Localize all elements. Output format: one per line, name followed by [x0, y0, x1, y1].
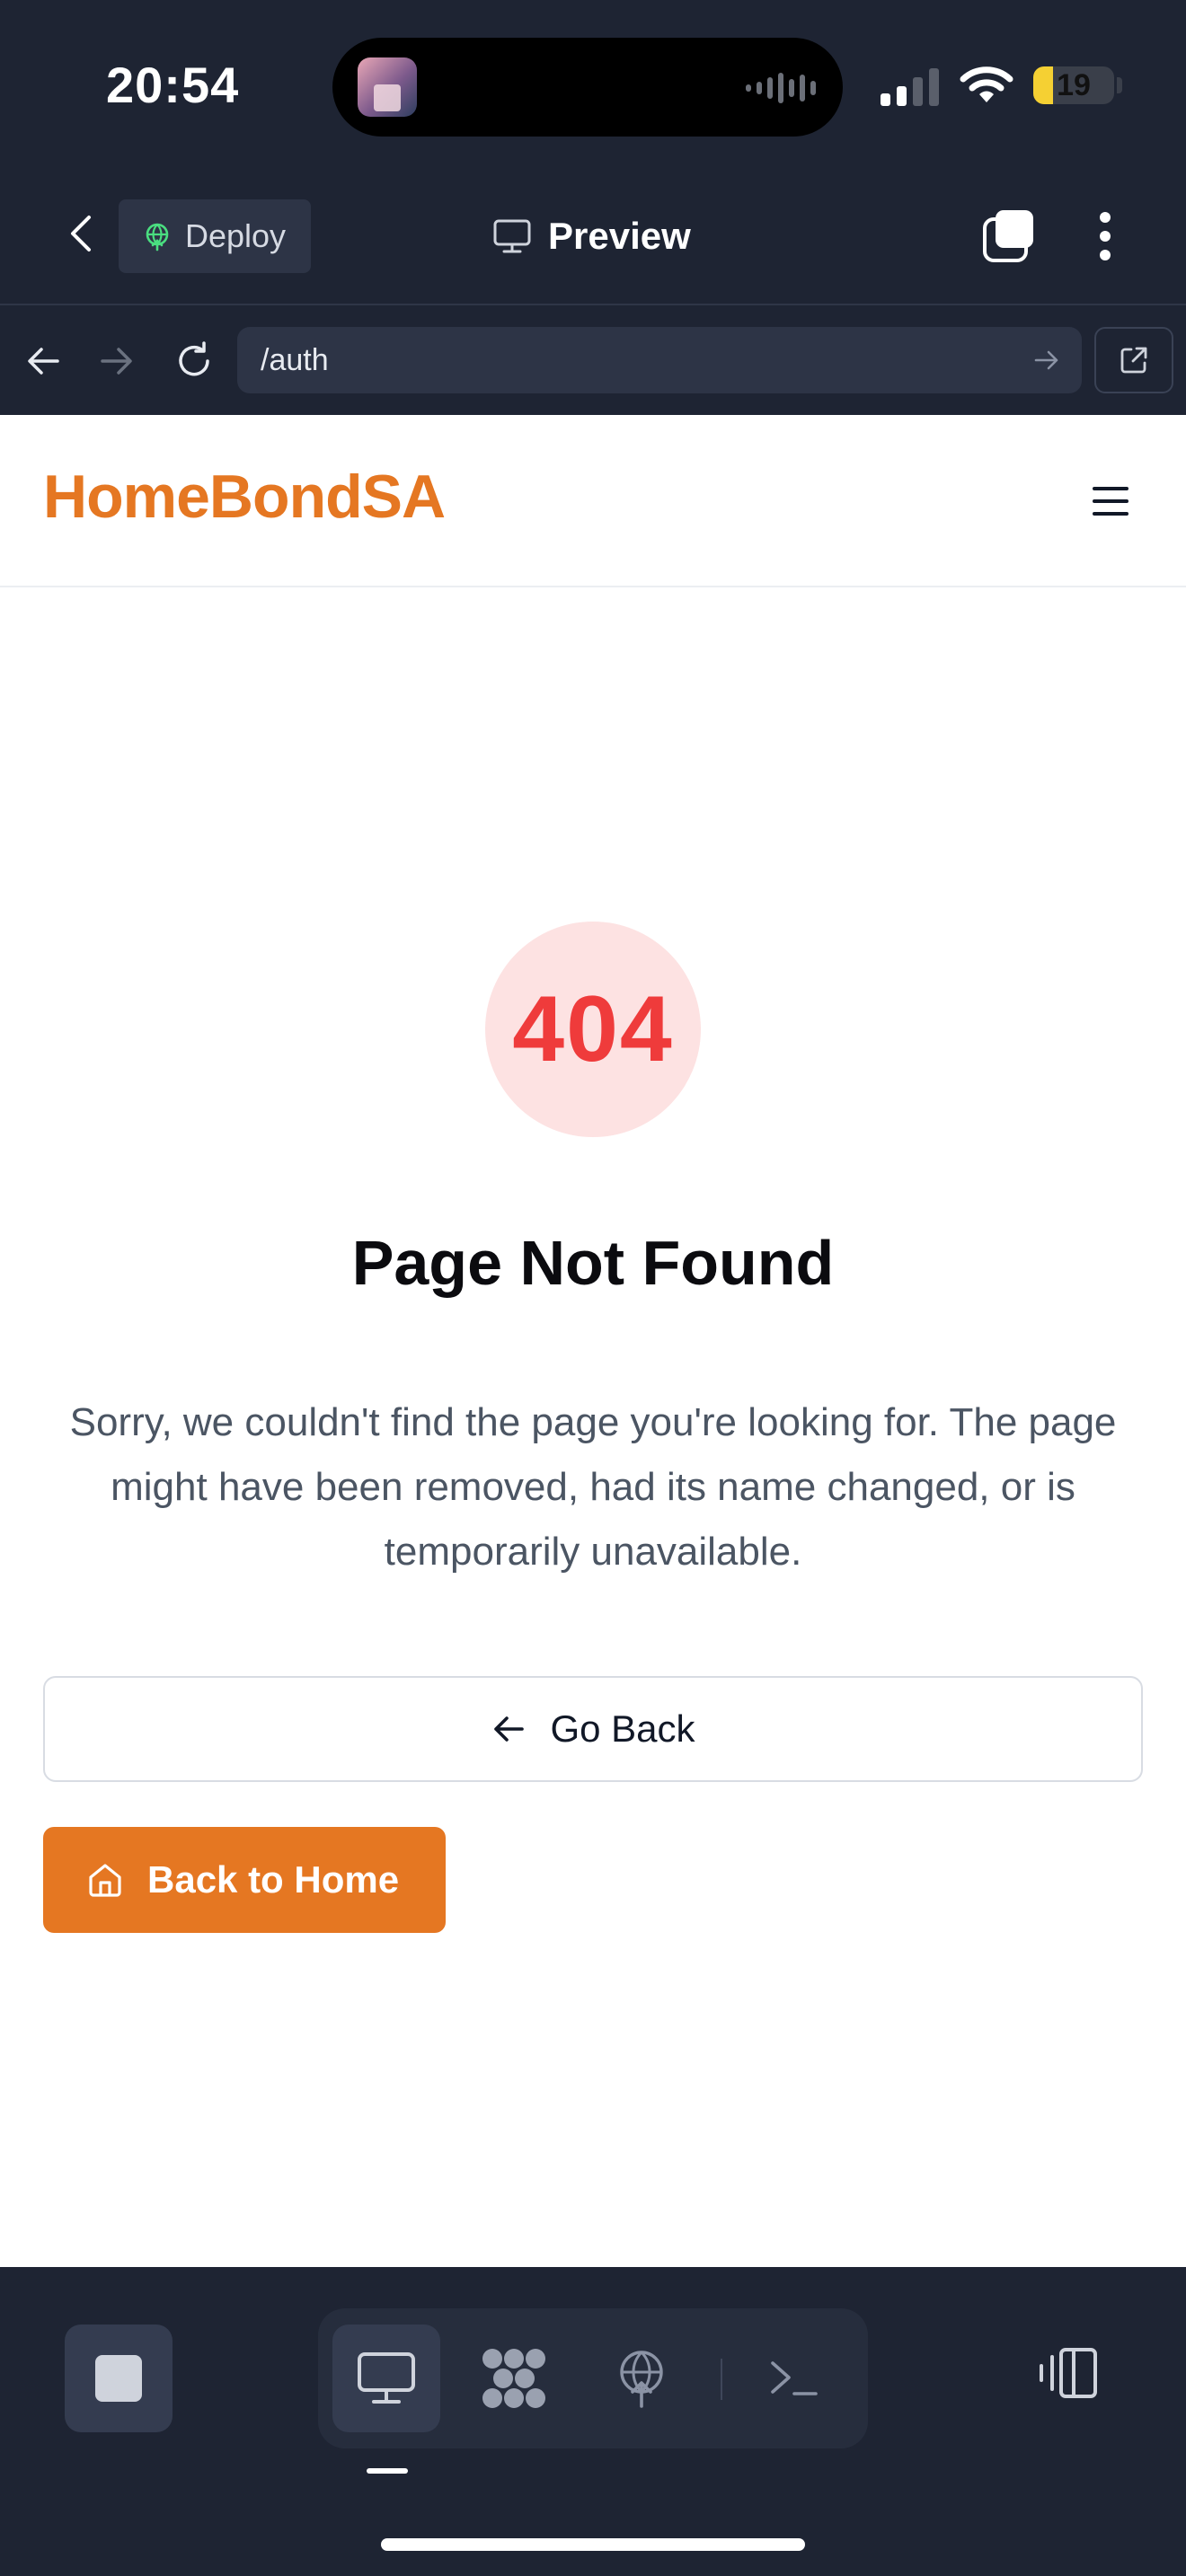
monitor-icon: [358, 2352, 415, 2404]
panel-toggle-icon: [1040, 2348, 1097, 2398]
preview-title-label: Preview: [548, 215, 691, 257]
external-link-icon: [1120, 347, 1147, 374]
error-code: 404: [512, 976, 674, 1081]
tab-preview[interactable]: [332, 2325, 440, 2432]
back-button[interactable]: [54, 207, 108, 260]
error-badge: 404: [485, 922, 701, 1137]
stop-button[interactable]: [65, 2325, 173, 2432]
app-header: Deploy Preview: [0, 171, 1186, 305]
terminal-icon: [771, 2361, 818, 2395]
battery-cap: [1117, 77, 1122, 93]
monitor-icon: [493, 219, 531, 253]
arrow-left-icon: [28, 348, 59, 375]
url-text: /auth: [261, 343, 329, 377]
audio-wave-icon: [746, 72, 816, 104]
tab-terminal[interactable]: [740, 2325, 848, 2432]
more-vertical-icon[interactable]: [1087, 205, 1123, 268]
cellular-signal-icon: [881, 66, 939, 106]
view-switcher: [318, 2308, 868, 2448]
go-arrow-icon[interactable]: [1031, 345, 1062, 375]
status-time: 20:54: [106, 57, 240, 113]
reload-icon: [179, 341, 209, 376]
go-back-label: Go Back: [550, 1707, 695, 1750]
stop-icon: [95, 2355, 142, 2402]
status-bar: 20:54 19: [0, 0, 1186, 171]
tab-integrations[interactable]: [460, 2325, 568, 2432]
nav-back-button[interactable]: [16, 334, 70, 388]
deploy-globe-icon: [620, 2351, 663, 2408]
arrow-left-icon: [494, 1716, 525, 1742]
panel-toggle-button[interactable]: [1031, 2337, 1103, 2409]
battery-icon: 19: [1033, 66, 1114, 104]
preview-title: Preview: [492, 207, 691, 266]
arrow-right-icon: [101, 348, 132, 375]
tabs-icon[interactable]: [979, 207, 1039, 266]
go-back-button[interactable]: Go Back: [43, 1676, 1143, 1782]
url-input[interactable]: /auth: [237, 327, 1082, 393]
tab-deploy[interactable]: [588, 2325, 695, 2432]
deploy-label: Deploy: [185, 217, 287, 254]
hamburger-menu-icon[interactable]: [1093, 487, 1128, 516]
webpage-viewport: HomeBondSA 404 Page Not Found Sorry, we …: [0, 415, 1186, 2267]
battery-level: 19: [1057, 68, 1091, 102]
nav-forward-button[interactable]: [90, 334, 144, 388]
active-tab-indicator: [367, 2468, 408, 2474]
wifi-icon: [960, 66, 1013, 102]
page-title: Page Not Found: [351, 1228, 835, 1298]
bottom-toolbar: [0, 2267, 1186, 2576]
globe-icon: [146, 223, 169, 251]
site-header: HomeBondSA: [0, 415, 1186, 587]
album-art-thumbnail: [358, 57, 417, 117]
toolbar-divider: [721, 2359, 722, 2400]
back-to-home-button[interactable]: Back to Home: [43, 1827, 446, 1933]
url-bar: /auth: [0, 307, 1186, 415]
open-external-button[interactable]: [1094, 327, 1173, 393]
integrations-icon: [482, 2349, 545, 2408]
chevron-left-icon: [71, 216, 91, 251]
home-icon: [89, 1864, 121, 1897]
site-logo[interactable]: HomeBondSA: [43, 462, 446, 532]
home-indicator[interactable]: [381, 2538, 805, 2551]
deploy-button[interactable]: Deploy: [119, 199, 311, 273]
back-to-home-label: Back to Home: [147, 1858, 400, 1901]
dynamic-island[interactable]: [332, 38, 843, 137]
error-message: Sorry, we couldn't find the page you're …: [69, 1400, 1117, 1574]
reload-button[interactable]: [167, 334, 221, 388]
